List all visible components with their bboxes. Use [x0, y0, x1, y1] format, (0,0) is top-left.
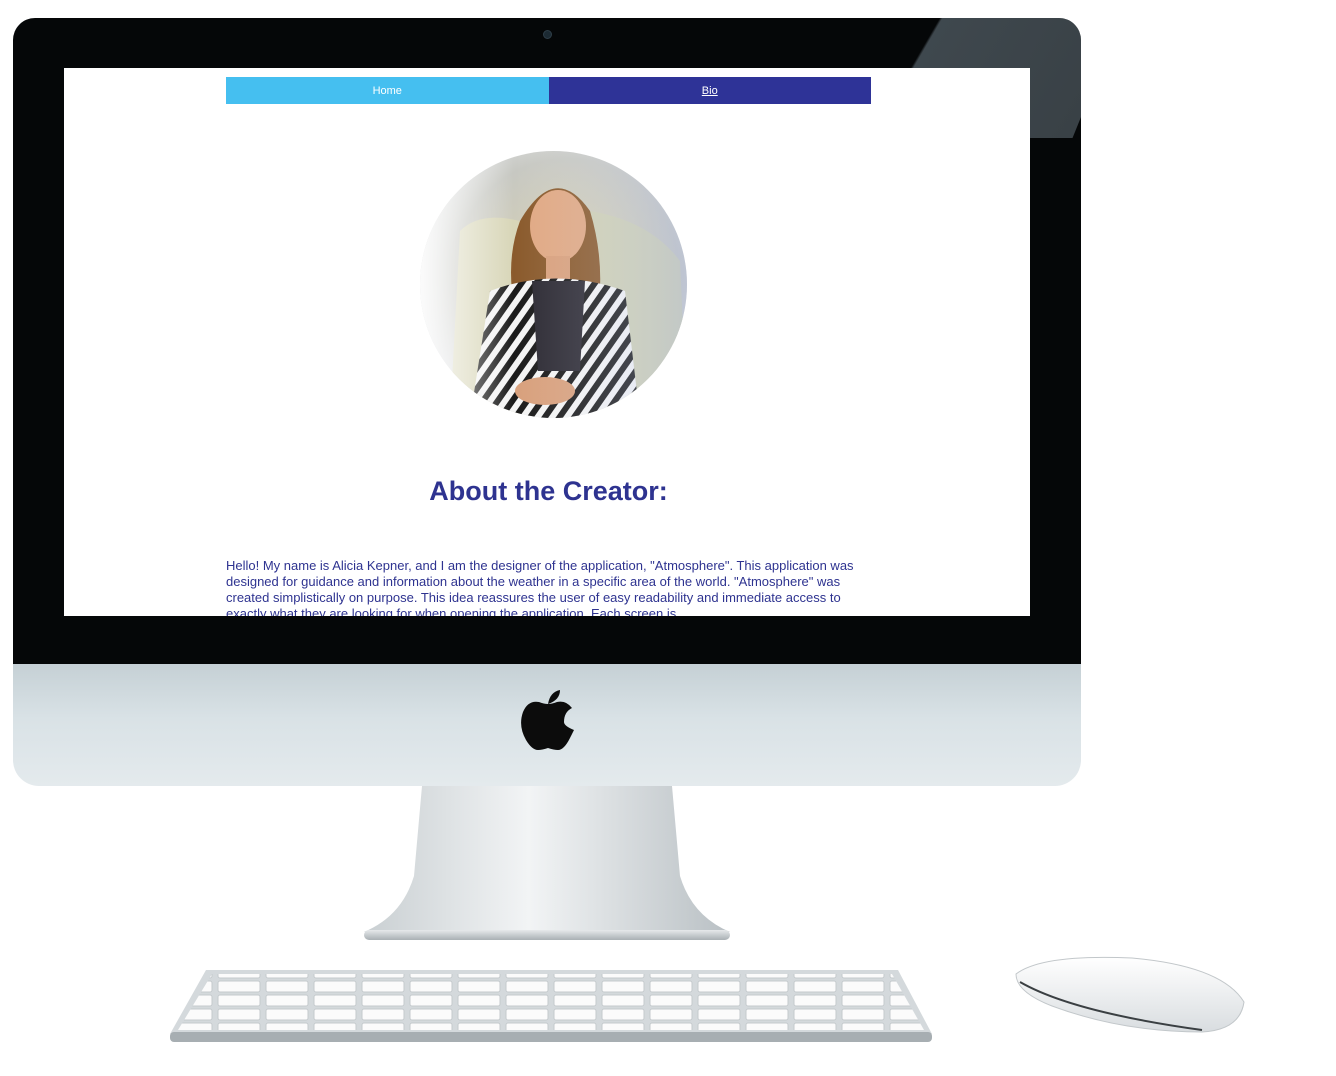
- website-screen: Home Bio About the Creator: Hello! My na…: [64, 68, 1030, 616]
- page-heading: About the Creator:: [429, 476, 668, 506]
- monitor-stand: [364, 786, 730, 940]
- creator-portrait: [420, 151, 687, 418]
- nav-bar: Home Bio: [226, 77, 871, 104]
- bio-paragraph: Hello! My name is Alicia Kepner, and I a…: [226, 558, 854, 616]
- keyboard: [170, 970, 932, 1042]
- nav-home-link[interactable]: Home: [226, 77, 549, 104]
- apple-logo-icon: [521, 690, 574, 750]
- nav-bio-link[interactable]: Bio: [548, 77, 871, 104]
- mouse: [1015, 956, 1245, 1033]
- camera-icon: [543, 30, 552, 39]
